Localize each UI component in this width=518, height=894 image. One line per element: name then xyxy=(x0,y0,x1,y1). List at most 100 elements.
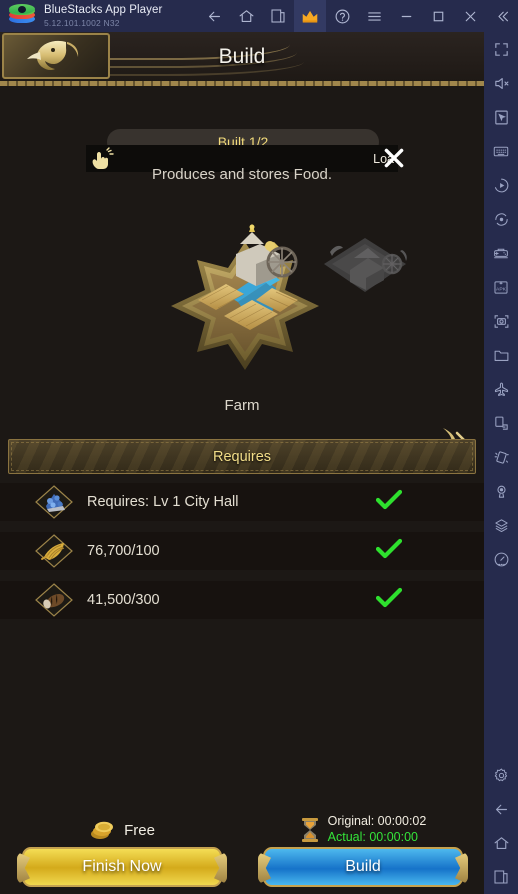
double-chevron-left-icon xyxy=(497,11,508,21)
building-showcase: Farm xyxy=(0,202,484,460)
titlebar-back-button[interactable] xyxy=(198,0,230,32)
time-original: Original: 00:00:02 xyxy=(327,814,427,829)
sidebar-item-android-back[interactable] xyxy=(484,792,518,826)
titlebar-multi-instance-button[interactable] xyxy=(262,0,294,32)
build-panel-header: Build xyxy=(0,32,484,86)
sidebar-item-rotate[interactable] xyxy=(484,406,518,440)
sidebar-item-android-recents[interactable] xyxy=(484,860,518,894)
sidebar-item-screenshot[interactable] xyxy=(484,304,518,338)
rotate-screen-icon xyxy=(494,416,508,430)
copy-icon xyxy=(271,9,285,23)
titlebar-home-button[interactable] xyxy=(230,0,262,32)
shake-icon xyxy=(494,450,509,464)
titlebar-minimize-button[interactable] xyxy=(390,0,422,32)
titlebar-buttons xyxy=(198,0,518,32)
timer-text-block: Original: 00:00:02 Actual: 00:00:00 xyxy=(328,814,427,845)
city-hall-icon xyxy=(35,485,73,519)
titlebar-collapse-button[interactable] xyxy=(486,0,518,32)
play-circle-icon xyxy=(494,178,508,192)
apk-icon: APK xyxy=(494,280,508,294)
speedometer-icon xyxy=(494,552,508,566)
minimize-icon xyxy=(401,15,411,17)
keyboard-icon xyxy=(493,146,509,156)
folder-icon xyxy=(494,350,508,361)
button-wing-left-decor xyxy=(17,852,30,884)
cost-label: Free xyxy=(124,821,155,839)
app-version: 5.12.101.1002 N32 xyxy=(44,17,120,28)
requirement-row: 41,500/300 xyxy=(0,581,484,619)
finish-now-group: Free Finish Now xyxy=(17,814,227,894)
back-arrow-icon xyxy=(495,804,507,814)
build-label: Build xyxy=(345,858,381,875)
home-icon xyxy=(494,836,508,849)
crown-icon xyxy=(302,10,318,23)
requires-section-header: Requires xyxy=(8,439,476,474)
sidebar-item-performance[interactable] xyxy=(484,542,518,576)
check-icon xyxy=(375,587,403,607)
bluestacks-logo-icon xyxy=(9,4,35,27)
sidebar-item-layers[interactable] xyxy=(484,508,518,542)
titlebar-menu-button[interactable] xyxy=(358,0,390,32)
build-group: Original: 00:00:02 Actual: 00:00:00 Buil… xyxy=(258,814,468,894)
app-name: BlueStacks App Player xyxy=(44,4,163,16)
titlebar-maximize-button[interactable] xyxy=(422,0,454,32)
svg-text:APK: APK xyxy=(496,286,507,292)
time-actual: Actual: 00:00:00 xyxy=(327,830,419,844)
home-icon xyxy=(239,9,253,22)
action-footer: Free Finish Now Original: 00:00:02 Actua… xyxy=(0,814,484,894)
requirement-row: 76,700/100 xyxy=(0,532,484,570)
sidebar-item-install-apk[interactable]: APK xyxy=(484,270,518,304)
button-wing-right-decor xyxy=(214,852,227,884)
building-name: Farm xyxy=(224,397,260,414)
requirement-status-icon xyxy=(375,538,403,565)
recents-icon xyxy=(494,870,508,884)
location-pin-icon xyxy=(496,485,506,498)
speaker-mute-icon xyxy=(494,77,508,89)
sidebar-item-settings[interactable] xyxy=(484,758,518,792)
next-building-preview-image xyxy=(324,238,407,292)
sidebar-item-fullscreen[interactable] xyxy=(484,32,518,66)
requirement-icon xyxy=(33,533,75,569)
sidebar-item-mute[interactable] xyxy=(484,66,518,100)
finish-now-button[interactable]: Finish Now xyxy=(17,847,227,887)
question-circle-icon xyxy=(335,9,349,23)
hourglass-icon xyxy=(301,818,318,842)
sidebar-item-game-controls[interactable] xyxy=(484,236,518,270)
sidebar-item-location[interactable] xyxy=(484,474,518,508)
cost-row: Free xyxy=(17,814,227,846)
back-arrow-icon xyxy=(208,11,220,21)
sidebar-item-sync-operations[interactable] xyxy=(484,202,518,236)
check-icon xyxy=(375,489,403,509)
sidebar-item-keyboard-controls[interactable] xyxy=(484,134,518,168)
bluestacks-sidebar: APK xyxy=(484,32,518,894)
cursor-icon xyxy=(494,110,508,124)
requirement-icon xyxy=(33,484,75,520)
layers-icon xyxy=(494,518,508,532)
page-title: Build xyxy=(218,44,266,68)
titlebar-help-button[interactable] xyxy=(326,0,358,32)
sidebar-item-macro-play[interactable] xyxy=(484,168,518,202)
requirement-label: 76,700/100 xyxy=(87,543,160,559)
timer-row: Original: 00:00:02 Actual: 00:00:00 xyxy=(258,814,468,846)
build-button[interactable]: Build xyxy=(258,847,468,887)
sidebar-item-cursor-lock[interactable] xyxy=(484,100,518,134)
sidebar-item-media-manager[interactable] xyxy=(484,338,518,372)
building-description: Produces and stores Food. xyxy=(151,166,333,183)
requirement-status-icon xyxy=(375,489,403,516)
titlebar-close-button[interactable] xyxy=(454,0,486,32)
titlebar-premium-button[interactable] xyxy=(294,0,326,32)
bluestacks-window: BlueStacks App Player 5.12.101.1002 N32 xyxy=(0,0,518,894)
fullscreen-icon xyxy=(494,42,508,56)
wheat-icon xyxy=(35,534,73,568)
gold-coins-icon xyxy=(91,821,114,839)
sidebar-item-android-home[interactable] xyxy=(484,826,518,860)
window-titlebar: BlueStacks App Player 5.12.101.1002 N32 xyxy=(0,0,518,32)
sidebar-item-eco-mode[interactable] xyxy=(484,372,518,406)
airplane-icon xyxy=(494,382,508,396)
sidebar-item-shake[interactable] xyxy=(484,440,518,474)
app-title-block: BlueStacks App Player 5.12.101.1002 N32 xyxy=(44,4,163,28)
button-wing-right-decor xyxy=(455,852,468,884)
sync-circle-icon xyxy=(494,212,508,226)
button-wing-left-decor xyxy=(258,852,271,884)
gamepad-icon xyxy=(494,248,508,258)
